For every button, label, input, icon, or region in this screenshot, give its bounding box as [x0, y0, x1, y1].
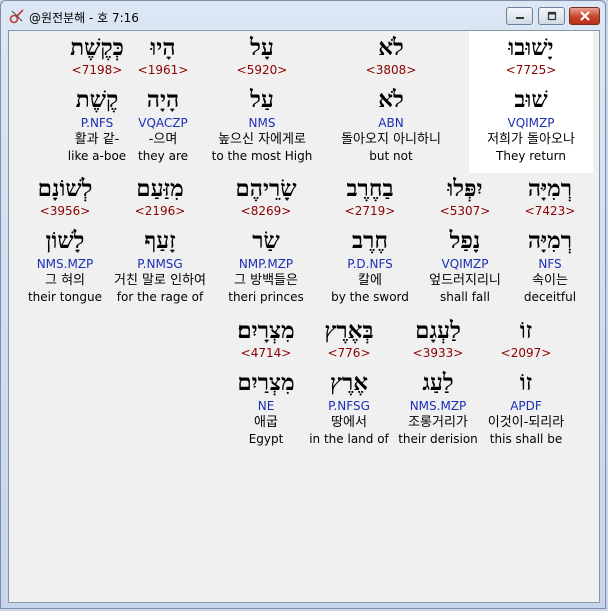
strong-number: <3956> — [39, 204, 91, 218]
strong-number: <4714> — [240, 346, 292, 360]
word-cell[interactable]: יִפְּלוּ <5307> נָפַל VQIMZP 엎드러지리니 shall fal… — [410, 174, 520, 305]
korean-gloss: 그 혀의 — [44, 273, 85, 288]
minimize-button[interactable] — [506, 7, 533, 25]
grammar-code: VQIMZP — [507, 116, 555, 130]
app-icon — [9, 8, 25, 24]
english-gloss: like a-boe — [67, 149, 127, 163]
grammar-code: P.D.NFS — [347, 257, 393, 271]
english-gloss: but not — [369, 149, 413, 163]
window-title: @원전분해 - 호 7:16 — [29, 11, 139, 25]
strong-number: <5920> — [236, 63, 288, 77]
english-gloss: their tongue — [27, 290, 103, 304]
hebrew-word: בַחֶרֶב — [346, 175, 394, 202]
hebrew-word: יִפְּלוּ — [447, 175, 483, 202]
word-cell[interactable]: שָׂרֵיהֶם <8269> שַׂר NMP.MZP 그 방백들은 theri pr… — [211, 174, 321, 305]
korean-gloss: 엎드러지리니 — [429, 273, 501, 288]
word-cell[interactable]: בַחֶרֶב <2719> חֶרֶב P.D.NFS 칼에 by the sword — [315, 174, 425, 305]
hebrew-word: כְּקֶשֶׁת — [70, 34, 124, 61]
korean-gloss: 애굽 — [254, 415, 278, 430]
interlinear-panel: יָשׁוּבוּ <7725> שׁוּב VQIMZP 저희가 돌아오나 They r… — [8, 30, 600, 603]
strong-number: <8269> — [240, 204, 292, 218]
lemma: זָעַף — [144, 227, 176, 254]
strong-number: <7198> — [71, 63, 123, 77]
lemma: חֶרֶב — [352, 227, 388, 254]
grammar-code: NMS — [248, 116, 276, 130]
hebrew-word: יָשׁוּבוּ — [508, 34, 554, 61]
english-gloss: Egypt — [248, 432, 284, 446]
word-cell[interactable]: מִצְרָיִם׃ <4714> מִצְרַיִם NE 애굽 Egypt — [211, 316, 321, 447]
english-gloss: theri princes — [228, 290, 304, 304]
hebrew-word: מִזַּעַם — [136, 175, 184, 202]
english-gloss: for the rage of — [116, 290, 204, 304]
hebrew-word: לֹא — [378, 34, 404, 61]
korean-gloss: 활과 같- — [74, 132, 120, 147]
korean-gloss: 거친 말로 인하여 — [114, 273, 206, 288]
lemma: שׁוּב — [514, 86, 548, 113]
strong-number: <7725> — [505, 63, 557, 77]
close-button[interactable] — [569, 7, 600, 25]
word-cell[interactable]: עָל <5920> עַל NMS 높으신 자에게로 to the most High — [207, 33, 317, 164]
grammar-code: NMP.MZP — [238, 257, 294, 271]
lemma: קֶשֶׁת — [75, 86, 119, 113]
word-cell[interactable]: לְשׁוֹנָם <3956> לָשׁוֹן NMS.MZP 그 혀의 their t… — [10, 174, 120, 305]
grammar-code: NE — [257, 399, 275, 413]
english-gloss: by the sword — [331, 290, 409, 304]
lemma: לָשׁוֹן — [45, 227, 85, 254]
hebrew-word: מִצְרָיִם׃ — [237, 317, 295, 344]
word-cell[interactable]: כְּקֶשֶׁת <7198> קֶשֶׁת P.NFS 활과 같-like a-bo… — [42, 33, 152, 164]
hebrew-word: לְשׁוֹנָם — [37, 175, 93, 202]
korean-gloss: 칼에 — [358, 273, 382, 288]
strong-number: <2719> — [344, 204, 396, 218]
maximize-button[interactable] — [538, 7, 565, 25]
korean-gloss: 높으신 자에게로 — [218, 132, 306, 147]
lemma: נָפַל — [449, 227, 481, 254]
korean-gloss: 돌아오지 아니하니 — [341, 132, 441, 147]
lemma: שַׂר — [252, 227, 280, 254]
app-window: @원전분해 - 호 7:16 יָשׁוּבוּ <7725> שׁוּב VQIMZ… — [0, 0, 606, 609]
close-icon — [579, 11, 590, 21]
minimize-icon — [515, 17, 524, 19]
word-cell[interactable]: לֹא <3808> לֹא ABN 돌아오지 아니하니 but not — [336, 33, 446, 164]
word-cell[interactable]: מִזַּעַם <2196> זָעַף P.NMSG 거친 말로 인하여 for th… — [105, 174, 215, 305]
korean-gloss: 저희가 돌아오나 — [487, 132, 575, 147]
lemma: עַל — [250, 86, 274, 113]
english-gloss: to the most High — [211, 149, 313, 163]
strong-number: <2196> — [134, 204, 186, 218]
korean-gloss: 그 방백들은 — [234, 273, 298, 288]
maximize-icon — [547, 11, 556, 21]
strong-number: <5307> — [439, 204, 491, 218]
title-bar[interactable]: @원전분해 - 호 7:16 — [1, 1, 605, 31]
grammar-code: P.NMSG — [137, 257, 183, 271]
hebrew-word: עָל — [250, 34, 274, 61]
grammar-code: P.NFS — [80, 116, 114, 130]
word-cell[interactable]: יָשׁוּבוּ <7725> שׁוּב VQIMZP 저희가 돌아오나 They r… — [476, 33, 586, 164]
hebrew-word: שָׂרֵיהֶם — [235, 175, 297, 202]
lemma: לֹא — [378, 86, 404, 113]
english-gloss: shall fall — [440, 290, 490, 304]
grammar-code: NMS.MZP — [36, 257, 94, 271]
grammar-code: ABN — [378, 116, 404, 130]
strong-number: <3808> — [365, 63, 417, 77]
grammar-code: VQIMZP — [441, 257, 489, 271]
lemma: מִצְרַיִם — [237, 369, 295, 396]
english-gloss: They return — [496, 149, 566, 163]
